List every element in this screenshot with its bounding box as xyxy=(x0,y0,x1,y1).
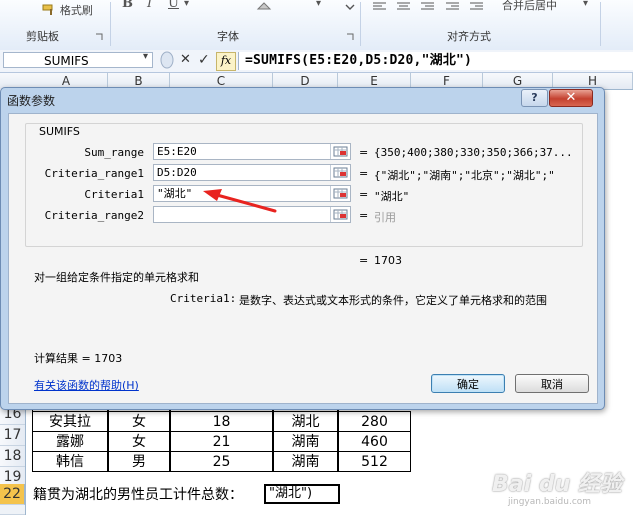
increase-indent-icon[interactable] xyxy=(469,0,485,14)
arg-equals: = xyxy=(359,146,369,159)
table-cell[interactable]: 女 xyxy=(108,411,170,432)
arg-label-criteria-range2: Criteria_range2 xyxy=(44,209,144,222)
cancel-button[interactable]: 取消 xyxy=(515,374,589,393)
function-description: 对一组给定条件指定的单元格求和 xyxy=(34,271,199,284)
function-name: SUMIFS xyxy=(39,125,80,138)
clipboard-launcher-icon[interactable] xyxy=(95,30,103,44)
formula-bar: SUMIFS ▾ ✕ ✓ fx =SUMIFS(E5:E20,D5:D20,"湖… xyxy=(0,50,633,73)
ok-button[interactable]: 确定 xyxy=(431,374,505,393)
active-cell[interactable]: "湖北") xyxy=(264,484,340,504)
row-header[interactable] xyxy=(0,505,25,515)
table-cell[interactable]: 18 xyxy=(170,411,273,432)
summary-label[interactable]: 籍贯为湖北的男性员工计件总数： xyxy=(33,485,243,505)
merge-dropdown-icon[interactable]: ▾ xyxy=(583,0,588,9)
font-launcher-icon[interactable] xyxy=(346,30,354,44)
arg-result-criteria-range2: 引用 xyxy=(374,211,396,224)
arg-input-sum-range[interactable]: E5:E20 xyxy=(153,143,351,160)
merge-center-button[interactable]: 合并后居中 xyxy=(502,0,557,13)
collapse-dialog-icon[interactable] xyxy=(330,186,350,201)
table-cell[interactable]: 女 xyxy=(108,431,170,452)
function-help-link[interactable]: 有关该函数的帮助(H) xyxy=(34,377,139,393)
collapse-dialog-icon[interactable] xyxy=(330,165,350,180)
fill-color-icon[interactable] xyxy=(255,0,275,14)
italic-button[interactable]: I xyxy=(147,0,152,11)
dialog-close-button[interactable]: ✕ xyxy=(549,89,593,107)
ribbon-divider xyxy=(600,2,601,46)
table-cell[interactable]: 露娜 xyxy=(32,431,108,452)
align-center-icon[interactable] xyxy=(396,0,412,14)
formula-buttons: ✕ ✓ fx xyxy=(160,51,238,72)
arg-description-name: Criteria1: xyxy=(170,292,237,305)
arg-result-criteria1: "湖北" xyxy=(374,190,410,203)
arg-description-text: 是数字、表达式或文本形式的条件，它定义了单元格求和的范围 xyxy=(239,294,547,307)
calc-result: 计算结果 = 1703 xyxy=(34,352,123,365)
arg-equals: = xyxy=(359,167,369,180)
formula-input[interactable]: =SUMIFS(E5:E20,D5:D20,"湖北") xyxy=(238,52,633,70)
clipboard-group-label: 剪贴板 xyxy=(26,30,59,43)
function-arguments-dialog: 函数参数 ? ✕ SUMIFS Sum_range E5:E20 = {350;… xyxy=(0,87,605,410)
table-cell[interactable]: 512 xyxy=(338,451,411,472)
merge-center-label: 合并后居中 xyxy=(502,0,557,12)
arg-equals: = xyxy=(359,209,369,222)
format-painter-button[interactable]: 格式刷 xyxy=(42,2,93,18)
row-header-active[interactable]: 22 xyxy=(0,484,25,505)
decrease-indent-icon[interactable] xyxy=(445,0,461,14)
bold-button[interactable]: B xyxy=(122,0,133,11)
arg-label-criteria-range1: Criteria_range1 xyxy=(44,167,144,180)
insert-function-button[interactable]: fx xyxy=(216,52,236,71)
cancel-entry-button[interactable]: ✕ xyxy=(180,52,191,67)
brush-icon xyxy=(42,4,56,16)
enter-entry-button[interactable]: ✓ xyxy=(198,52,210,68)
name-box[interactable]: SUMIFS xyxy=(3,52,153,68)
annotation-arrow-icon xyxy=(203,189,277,213)
ribbon-divider xyxy=(110,2,111,46)
table-cell[interactable]: 安其拉 xyxy=(32,411,108,432)
font-color-dropdown-icon[interactable]: ▾ xyxy=(316,0,321,9)
table-cell[interactable]: 280 xyxy=(338,411,411,432)
collapse-dialog-icon[interactable] xyxy=(330,207,350,222)
table-cell[interactable]: 湖南 xyxy=(273,431,338,452)
arg-label-sum-range: Sum_range xyxy=(84,146,144,159)
table-cell[interactable]: 男 xyxy=(108,451,170,472)
dialog-help-button[interactable]: ? xyxy=(521,89,548,107)
align-left-icon[interactable] xyxy=(372,0,388,14)
dialog-title: 函数参数 xyxy=(7,94,56,108)
arg-result-sum-range: {350;400;380;330;350;366;37... xyxy=(374,146,573,159)
arg-input-criteria-range1[interactable]: D5:D20 xyxy=(153,164,351,181)
row-header[interactable]: 17 xyxy=(0,425,25,446)
collapse-dialog-icon[interactable] xyxy=(330,144,350,159)
arg-label-criteria1: Criteria1 xyxy=(84,188,144,201)
formula-bar-grip-icon xyxy=(160,51,174,72)
font-dropdown-arrow-icon[interactable] xyxy=(344,0,356,14)
watermark-url: jingyan.baidu.com xyxy=(508,497,592,507)
row-header[interactable]: 18 xyxy=(0,446,25,467)
table-cell[interactable]: 韩信 xyxy=(32,451,108,472)
arg-equals: = xyxy=(359,188,369,201)
watermark-logo: Bai du 经验 xyxy=(492,472,622,497)
align-right-icon[interactable] xyxy=(420,0,436,14)
table-cell[interactable]: 湖南 xyxy=(273,451,338,472)
table-cell[interactable]: 460 xyxy=(338,431,411,452)
name-box-dropdown-icon[interactable]: ▾ xyxy=(143,51,148,62)
ribbon-divider xyxy=(360,2,361,46)
table-cell[interactable]: 25 xyxy=(170,451,273,472)
alignment-group-label: 对齐方式 xyxy=(447,30,491,43)
underline-dropdown-icon[interactable]: ▾ xyxy=(184,0,189,9)
ribbon: 格式刷 B I U ▾ ▾ 合并后居中 ▾ 剪贴板 字体 对齐方式 xyxy=(0,0,633,51)
underline-button[interactable]: U xyxy=(168,0,179,11)
font-group-label: 字体 xyxy=(217,30,239,43)
table-cell[interactable]: 湖北 xyxy=(273,411,338,432)
table-cell[interactable]: 21 xyxy=(170,431,273,452)
arg-result-criteria-range1: {"湖北";"湖南";"北京";"湖北";" xyxy=(374,169,555,182)
formula-result-equals: = xyxy=(359,254,369,267)
formula-result-value: 1703 xyxy=(374,254,402,267)
format-painter-label: 格式刷 xyxy=(59,4,93,17)
